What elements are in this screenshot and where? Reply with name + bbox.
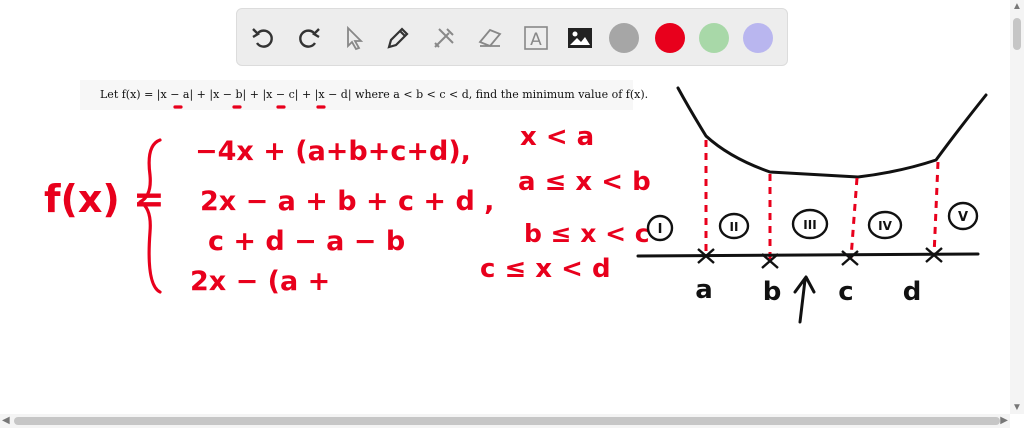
case-3-expr: c + d − a − b (208, 226, 405, 257)
horizontal-scrollbar[interactable]: ◀ ▶ (0, 414, 1010, 428)
whiteboard-canvas[interactable]: f(x) = −4x + (a+b+c+d), x < a 2x − a + b… (0, 0, 1024, 428)
point-c-label: c (838, 277, 853, 307)
point-b-label: b (763, 277, 782, 307)
case-1-cond: x < a (520, 122, 594, 152)
case-1-expr: −4x + (a+b+c+d), (195, 136, 471, 167)
scroll-down-arrow[interactable]: ▼ (1012, 402, 1022, 413)
scroll-up-arrow[interactable]: ▲ (1012, 1, 1022, 12)
function-lhs: f(x) = (44, 177, 165, 221)
vertical-scroll-thumb[interactable] (1013, 18, 1021, 50)
case-2-cond: a ≤ x < b (518, 167, 651, 197)
vertical-scrollbar[interactable]: ▲ ▼ (1010, 0, 1024, 414)
region-1-label: I (658, 222, 663, 237)
case-4-cond: c ≤ x < d (480, 254, 611, 284)
vertical-line-c (849, 177, 859, 259)
region-5-label: V (958, 210, 968, 225)
scroll-right-arrow[interactable]: ▶ (1000, 415, 1008, 426)
case-3-cond: b ≤ x < c (524, 219, 650, 248)
scroll-left-arrow[interactable]: ◀ (2, 415, 10, 426)
point-d-label: d (903, 277, 922, 307)
case-4-expr: 2x − (a + (190, 266, 330, 297)
case-2-expr: 2x − a + b + c + d , (200, 186, 494, 217)
horizontal-scroll-thumb[interactable] (14, 417, 1000, 425)
region-3-label: III (803, 218, 816, 232)
number-line (636, 252, 980, 258)
graph-curve (676, 86, 988, 179)
region-2-label: II (730, 220, 739, 234)
minimum-arrow (793, 275, 816, 324)
region-4-label: IV (878, 219, 892, 233)
point-a-label: a (695, 275, 713, 305)
vertical-line-d (932, 161, 940, 257)
point-markers (697, 247, 943, 269)
